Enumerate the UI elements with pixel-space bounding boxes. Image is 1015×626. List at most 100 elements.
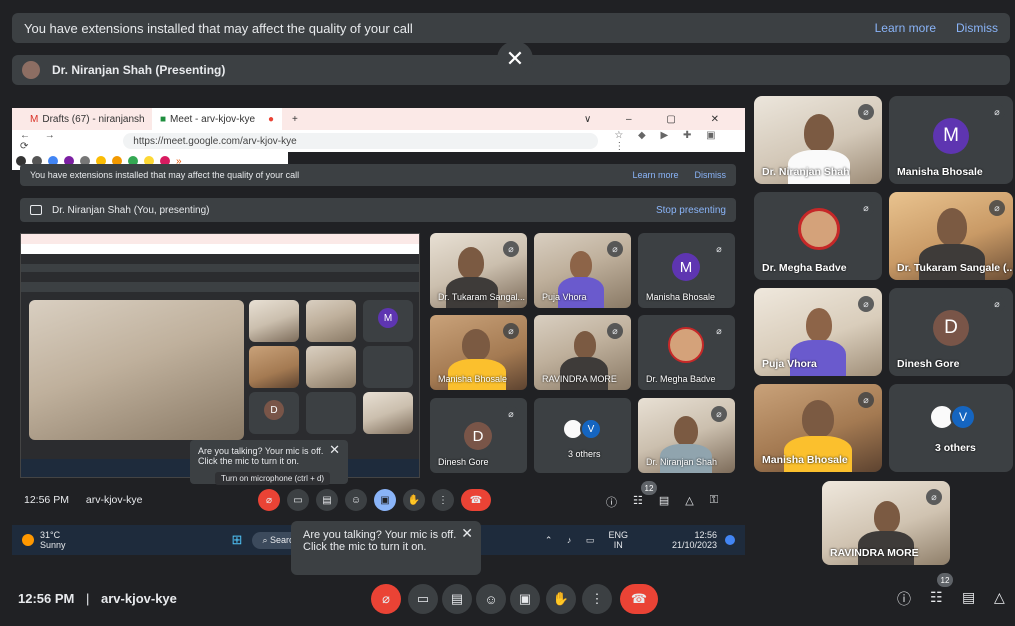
nav-arrows-icon[interactable]: ← → ⟳ bbox=[20, 130, 83, 152]
inner-meeting-code: arv-kjov-kye bbox=[85, 494, 143, 506]
stop-presenting-link[interactable]: Stop presenting bbox=[656, 205, 726, 216]
more-options-button[interactable]: ⋮ bbox=[432, 489, 454, 511]
url-input[interactable]: https://meet.google.com/arv-kjov-kye bbox=[123, 133, 599, 149]
mic-shortcut-hint: Turn on microphone (ctrl + d) bbox=[215, 472, 331, 485]
present-button[interactable]: ▣ bbox=[374, 489, 396, 511]
participant-name: Dr. Megha Badve bbox=[762, 262, 847, 274]
host-controls-icon[interactable]: ⚿ bbox=[710, 494, 718, 510]
participant-tile[interactable]: ⌀ Dr. Niranjan Shah bbox=[754, 96, 882, 184]
participant-video bbox=[802, 400, 834, 438]
participant-video bbox=[462, 329, 490, 361]
more-options-button[interactable]: ⋮ bbox=[582, 584, 612, 614]
info-icon[interactable]: ⓘ bbox=[897, 589, 911, 609]
mic-off-icon: ⌀ bbox=[989, 296, 1005, 312]
emoji-button[interactable]: ☺ bbox=[345, 489, 367, 511]
present-screen-icon bbox=[30, 205, 42, 215]
browser-tab-strip: MDrafts (67) - niranjanshah47@g... ■Meet… bbox=[12, 108, 745, 130]
participant-avatar: D bbox=[933, 310, 969, 346]
windows-start-icon[interactable]: ⊞ bbox=[232, 532, 243, 548]
mic-off-icon: ⌀ bbox=[607, 323, 623, 339]
shared-tile: ⌀ Puja Vhora bbox=[534, 233, 631, 308]
language-indicator[interactable]: ENG IN bbox=[608, 530, 628, 550]
mic-off-icon: ⌀ bbox=[711, 323, 727, 339]
participant-tile[interactable]: D ⌀ Dinesh Gore bbox=[889, 288, 1013, 376]
tile-name: Dr. Niranjan Shah bbox=[646, 457, 718, 467]
mic-off-icon: ⌀ bbox=[858, 104, 874, 120]
inner-tooltip-line2: Click the mic to turn it on. bbox=[198, 456, 300, 466]
chat-icon[interactable]: ▤ bbox=[659, 494, 669, 510]
recording-dot-icon: ● bbox=[267, 113, 274, 125]
participant-tile[interactable]: M ⌀ Manisha Bhosale bbox=[889, 96, 1013, 184]
participant-name: Manisha Bhosale bbox=[897, 166, 983, 178]
participant-tile[interactable]: ⌀ Puja Vhora bbox=[754, 288, 882, 376]
new-tab-icon[interactable]: + bbox=[292, 114, 298, 125]
inner-right-controls: ⓘ ☷ ▤ △ ⚿ bbox=[606, 494, 718, 510]
weather-widget[interactable]: 31°C Sunny bbox=[40, 530, 66, 550]
chat-icon[interactable]: ▤ bbox=[962, 589, 975, 606]
close-icon[interactable]: ✕ bbox=[461, 525, 473, 542]
participant-photo bbox=[668, 327, 704, 363]
shared-tile: D ⌀ Dinesh Gore bbox=[430, 398, 527, 473]
people-icon[interactable]: ☷ bbox=[930, 589, 943, 606]
raise-hand-button[interactable]: ✋ bbox=[403, 489, 425, 511]
participant-tile[interactable]: V 3 others bbox=[889, 384, 1013, 472]
leave-call-button[interactable]: ☎ bbox=[620, 584, 658, 614]
tile-name: Puja Vhora bbox=[542, 292, 587, 302]
participant-tile[interactable]: ⌀ Manisha Bhosale bbox=[754, 384, 882, 472]
captions-button[interactable]: ▤ bbox=[442, 584, 472, 614]
notification-icon[interactable] bbox=[725, 535, 735, 545]
window-controls-icon[interactable]: ∨ – ▢ ✕ bbox=[584, 114, 735, 125]
presenter-avatar bbox=[22, 61, 40, 79]
clock-date: 21/10/2023 bbox=[671, 540, 717, 550]
participant-name: Dr. Niranjan Shah bbox=[762, 166, 850, 178]
inner-call-controls: ⌀ ▭ ▤ ☺ ▣ ✋ ⋮ ☎ bbox=[258, 489, 491, 511]
mic-off-icon: ⌀ bbox=[926, 489, 942, 505]
mic-off-button[interactable]: ⌀ bbox=[371, 584, 401, 614]
participant-avatar: D bbox=[464, 422, 492, 450]
url-text: https://meet.google.com/arv-kjov-kye bbox=[133, 135, 297, 147]
mic-off-icon: ⌀ bbox=[503, 323, 519, 339]
others-avatar-initial: V bbox=[580, 418, 602, 440]
shared-tile: M ⌀ Manisha Bhosale bbox=[638, 233, 735, 308]
inner-dismiss-link[interactable]: Dismiss bbox=[695, 170, 727, 180]
tile-name: Manisha Bhosale bbox=[646, 292, 716, 302]
close-icon[interactable]: ✕ bbox=[329, 442, 340, 458]
dismiss-link[interactable]: Dismiss bbox=[956, 21, 998, 35]
mic-off-icon: ⌀ bbox=[858, 200, 874, 216]
tile-name: Dinesh Gore bbox=[438, 457, 489, 467]
system-tray-icons[interactable]: ⌃ ♪ ▭ bbox=[545, 535, 601, 546]
browser-tab-gmail[interactable]: MDrafts (67) - niranjanshah47@g... bbox=[22, 108, 152, 130]
mic-off-button[interactable]: ⌀ bbox=[258, 489, 280, 511]
close-presentation-button[interactable]: ✕ bbox=[497, 41, 533, 77]
mic-off-icon: ⌀ bbox=[858, 296, 874, 312]
activities-icon[interactable]: △ bbox=[685, 494, 693, 510]
leave-call-button[interactable]: ☎ bbox=[461, 489, 491, 511]
taskbar-clock[interactable]: 12:56 21/10/2023 bbox=[672, 530, 717, 550]
camera-button[interactable]: ▭ bbox=[287, 489, 309, 511]
inner-learn-more-link[interactable]: Learn more bbox=[632, 170, 678, 180]
participant-name: Dinesh Gore bbox=[897, 358, 960, 370]
captions-icon: ▤ bbox=[450, 591, 464, 606]
participant-avatar: M bbox=[933, 118, 969, 154]
raise-hand-button[interactable]: ✋ bbox=[546, 584, 576, 614]
participant-tile[interactable]: ⌀ Dr. Megha Badve bbox=[754, 192, 882, 280]
participant-tile[interactable]: ⌀ RAVINDRA MORE bbox=[822, 481, 950, 565]
participant-tile[interactable]: ⌀ Dr. Tukaram Sangale (... bbox=[889, 192, 1013, 280]
camera-button[interactable]: ▭ bbox=[408, 584, 438, 614]
toolbar-icons[interactable]: ☆ ◆ ▶ ✚ ▣ ⋮ bbox=[614, 130, 745, 152]
browser-tab-meet[interactable]: ■ Meet - arv-kjov-kye ● bbox=[152, 108, 282, 130]
shared-tile: ⌀ RAVINDRA MORE bbox=[534, 315, 631, 390]
activities-icon[interactable]: △ bbox=[994, 589, 1005, 606]
learn-more-link[interactable]: Learn more bbox=[875, 21, 936, 35]
banner-message: You have extensions installed that may a… bbox=[24, 20, 413, 36]
emoji-button[interactable]: ☺ bbox=[476, 584, 506, 614]
mic-off-icon: ⌀ bbox=[503, 241, 519, 257]
meet-icon: ■ bbox=[160, 113, 167, 125]
participant-name: Puja Vhora bbox=[762, 358, 817, 370]
info-icon[interactable]: ⓘ bbox=[606, 494, 617, 510]
inner-tooltip-line1: Are you talking? Your mic is off. bbox=[198, 446, 324, 456]
present-button[interactable]: ▣ bbox=[510, 584, 540, 614]
people-icon[interactable]: ☷ bbox=[633, 494, 643, 510]
end-call-icon: ☎ bbox=[630, 591, 648, 606]
captions-button[interactable]: ▤ bbox=[316, 489, 338, 511]
